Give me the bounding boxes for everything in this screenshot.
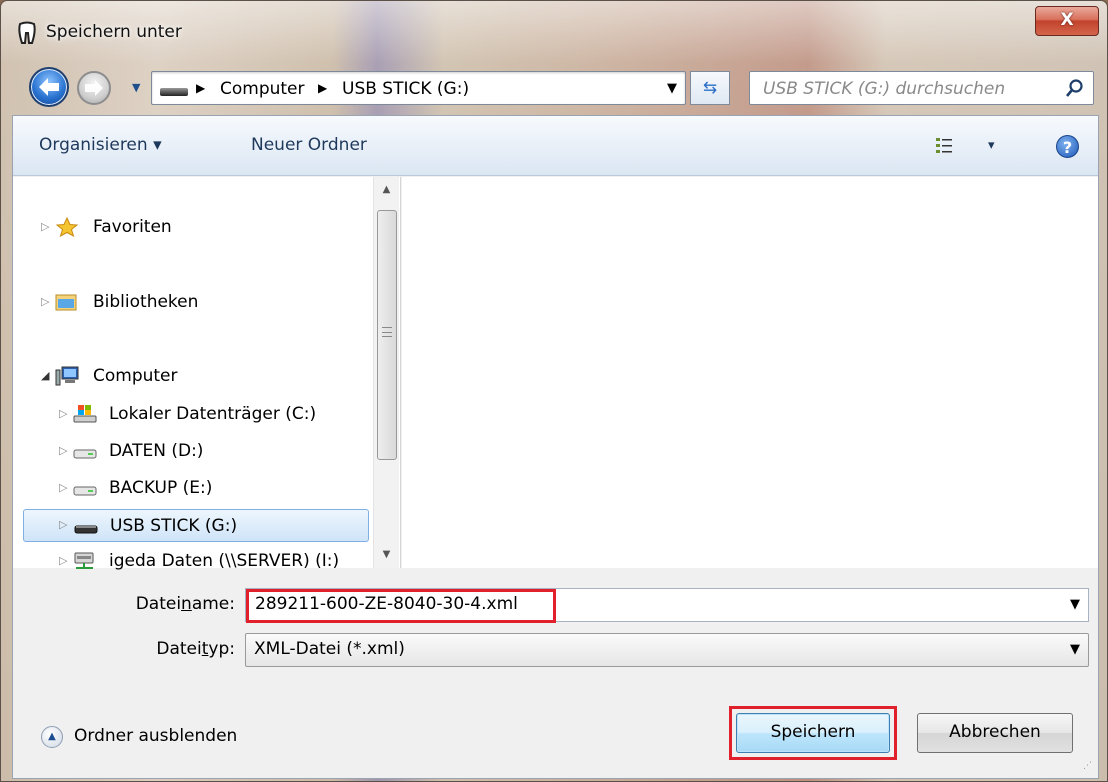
forward-button[interactable] — [77, 71, 111, 105]
breadcrumb-computer[interactable]: Computer — [220, 79, 305, 99]
save-as-dialog: Speichern unter X ▼ ▶ Computer ▶ USB STI… — [0, 0, 1108, 782]
tree-label: USB STICK (G:) — [110, 516, 238, 536]
expand-arrow-icon[interactable]: ▷ — [59, 473, 67, 503]
chevron-right-icon[interactable]: ▶ — [196, 81, 205, 95]
search-icon[interactable] — [1065, 78, 1085, 98]
tree-item-drive-c[interactable]: ▷ Lokaler Datenträger (C:) — [13, 399, 373, 429]
scroll-up-button[interactable]: ▲ — [374, 179, 399, 201]
tree-label: Lokaler Datenträger (C:) — [109, 404, 317, 424]
tree-item-drive-e[interactable]: ▷ BACKUP (E:) — [13, 473, 373, 503]
hard-drive-icon — [73, 486, 97, 496]
command-bar: Organisieren ▾ Neuer Ordner ▾ ? — [13, 116, 1098, 176]
arrow-right-icon — [85, 80, 103, 96]
chevron-right-icon[interactable]: ▶ — [318, 81, 327, 95]
expand-arrow-icon[interactable]: ▷ — [59, 399, 67, 429]
expand-arrow-icon[interactable]: ▷ — [59, 436, 67, 466]
filetype-value: XML-Datei (*.xml) — [254, 639, 405, 659]
back-button[interactable] — [29, 67, 69, 107]
chevron-down-icon[interactable]: ▼ — [1070, 597, 1080, 612]
libraries-icon — [55, 294, 77, 311]
window-title: Speichern unter — [46, 22, 182, 42]
organize-menu[interactable]: Organisieren ▾ — [39, 135, 162, 155]
chevron-down-icon[interactable]: ▼ — [667, 81, 677, 96]
search-placeholder: USB STICK (G:) durchsuchen — [763, 79, 1006, 99]
filename-label: Dateiname: — [135, 594, 235, 614]
system-drive-icon — [73, 405, 97, 423]
chevron-down-icon[interactable]: ▼ — [1070, 642, 1080, 657]
scroll-down-button[interactable]: ▼ — [374, 544, 399, 566]
hard-drive-icon — [73, 449, 97, 459]
close-button[interactable]: X — [1035, 6, 1099, 36]
grip-icon — [382, 327, 392, 337]
tree-label: DATEN (D:) — [109, 441, 204, 461]
navigation-scrollbar[interactable]: ▲ ▼ — [373, 177, 399, 568]
filename-field[interactable]: 289211-600-ZE-8040-30-4.xml ▼ — [245, 588, 1089, 623]
refresh-icon: ⇆ — [702, 78, 718, 98]
tooth-icon — [18, 21, 36, 44]
tree-label: Bibliotheken — [93, 292, 199, 312]
tree-label: BACKUP (E:) — [109, 478, 213, 498]
navigation-pane: ▷ Favoriten ▷ Bibliotheken ◢ Computer ▷ … — [13, 177, 401, 571]
expand-arrow-icon[interactable]: ▷ — [41, 212, 49, 242]
star-icon — [55, 217, 79, 237]
tree-label: igeda Daten (\\SERVER) (I:) — [109, 551, 340, 571]
view-details-icon[interactable] — [935, 136, 953, 156]
usb-drive-icon — [74, 525, 98, 534]
cancel-button[interactable]: Abbrechen — [917, 713, 1073, 753]
filetype-select[interactable]: XML-Datei (*.xml) ▼ — [245, 633, 1089, 667]
computer-icon — [55, 366, 79, 386]
expand-arrow-icon[interactable]: ▷ — [41, 287, 49, 317]
network-drive-icon — [74, 552, 94, 569]
scrollbar-thumb[interactable] — [377, 210, 397, 460]
tree-item-libraries[interactable]: ▷ Bibliotheken — [13, 287, 373, 317]
new-folder-button[interactable]: Neuer Ordner — [251, 135, 367, 155]
help-icon[interactable]: ? — [1056, 135, 1079, 158]
breadcrumb-usb-stick[interactable]: USB STICK (G:) — [342, 79, 469, 99]
tree-item-drive-i[interactable]: ▷ igeda Daten (\\SERVER) (I:) — [13, 546, 373, 576]
expand-arrow-icon[interactable]: ▷ — [59, 510, 67, 540]
file-list[interactable] — [402, 177, 1098, 568]
refresh-button[interactable]: ⇆ — [690, 71, 730, 105]
collapse-arrow-icon[interactable]: ◢ — [41, 361, 49, 391]
search-input[interactable]: USB STICK (G:) durchsuchen — [749, 71, 1094, 105]
expand-arrow-icon[interactable]: ▷ — [59, 546, 67, 576]
usb-drive-icon — [160, 88, 188, 96]
tree-label: Favoriten — [93, 217, 172, 237]
tree-label: Computer — [93, 366, 178, 386]
filetype-label: Dateityp: — [156, 639, 235, 659]
recent-locations-dropdown[interactable]: ▼ — [132, 81, 140, 94]
resize-grip-icon[interactable]: ⋰ — [1083, 762, 1095, 775]
dialog-body: Organisieren ▾ Neuer Ordner ▾ ? ▷ Favori… — [12, 115, 1099, 779]
hide-folders-label: Ordner ausblenden — [74, 726, 238, 746]
arrow-left-icon — [39, 78, 59, 96]
tree-item-computer[interactable]: ◢ Computer — [13, 361, 373, 391]
save-button[interactable]: Speichern — [736, 713, 890, 753]
address-bar[interactable]: ▶ Computer ▶ USB STICK (G:) ▼ — [151, 71, 686, 105]
view-options-dropdown[interactable]: ▾ — [988, 138, 995, 153]
tree-item-drive-d[interactable]: ▷ DATEN (D:) — [13, 436, 373, 466]
filename-value[interactable]: 289211-600-ZE-8040-30-4.xml — [255, 594, 518, 614]
tree-item-drive-g[interactable]: ▷ USB STICK (G:) — [23, 509, 369, 542]
collapse-up-icon: ▲ — [41, 726, 63, 748]
tree-item-favorites[interactable]: ▷ Favoriten — [13, 212, 373, 242]
title-bar[interactable]: Speichern unter X — [1, 1, 1108, 61]
